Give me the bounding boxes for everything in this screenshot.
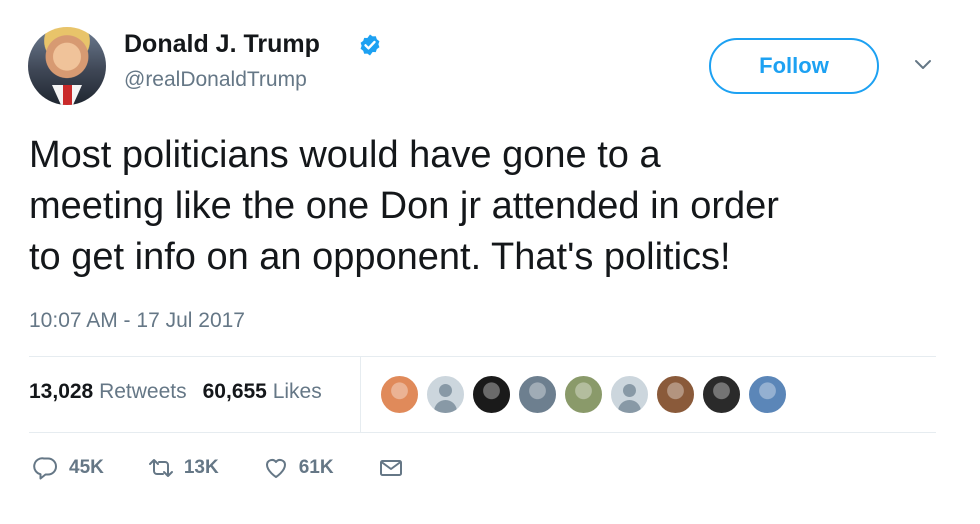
verified-badge-icon	[360, 34, 380, 56]
reply-count: 45K	[69, 457, 104, 478]
retweet-button[interactable]: 13K	[148, 455, 219, 481]
divider	[29, 432, 936, 433]
follow-button[interactable]: Follow	[709, 38, 879, 94]
liker-avatar[interactable]	[655, 374, 696, 415]
like-count: 61K	[298, 457, 334, 478]
liker-avatar[interactable]	[701, 374, 742, 415]
likes-count: 60,655	[202, 380, 267, 403]
tweet-actions: 45K 13K 61K	[33, 455, 448, 481]
tweet-text-line: meeting like the one Don jr attended in …	[29, 185, 779, 227]
direct-message-button[interactable]	[378, 455, 404, 481]
likers-avatar-list	[379, 374, 788, 415]
envelope-icon	[379, 460, 402, 476]
liker-avatar[interactable]	[379, 374, 420, 415]
avatar-tie	[63, 85, 72, 105]
tweet-card: Donald J. Trump @realDonaldTrump Follow …	[0, 0, 980, 524]
author-handle[interactable]: @realDonaldTrump	[124, 68, 307, 92]
reply-icon	[33, 457, 57, 480]
tweet-text-line: to get info on an opponent. That's polit…	[29, 236, 731, 278]
likes-stat[interactable]: 60,655 Likes	[203, 380, 322, 404]
retweets-stat[interactable]: 13,028 Retweets	[29, 380, 187, 404]
retweet-count: 13K	[183, 457, 219, 478]
liker-avatar[interactable]	[563, 374, 604, 415]
heart-icon	[265, 459, 286, 478]
retweets-label: Retweets	[99, 380, 187, 403]
like-button[interactable]: 61K	[263, 455, 334, 481]
liker-avatar[interactable]	[517, 374, 558, 415]
tweet-stats: 13,028 Retweets 60,655 Likes	[29, 380, 322, 404]
stats-divider	[360, 356, 361, 432]
retweets-count: 13,028	[29, 380, 94, 403]
liker-avatar[interactable]	[747, 374, 788, 415]
liker-avatar[interactable]	[425, 374, 466, 415]
liker-avatar[interactable]	[471, 374, 512, 415]
reply-button[interactable]: 45K	[33, 455, 104, 481]
chevron-down-icon[interactable]	[914, 58, 932, 72]
tweet-text: Most politicians would have gone to a me…	[29, 130, 949, 283]
tweet-timestamp[interactable]: 10:07 AM - 17 Jul 2017	[29, 309, 245, 333]
retweet-icon	[148, 459, 173, 477]
avatar[interactable]	[28, 27, 106, 105]
likes-label: Likes	[272, 380, 322, 403]
divider	[29, 356, 936, 357]
tweet-text-line: Most politicians would have gone to a	[29, 134, 661, 176]
author-name[interactable]: Donald J. Trump	[124, 30, 320, 59]
liker-avatar[interactable]	[609, 374, 650, 415]
